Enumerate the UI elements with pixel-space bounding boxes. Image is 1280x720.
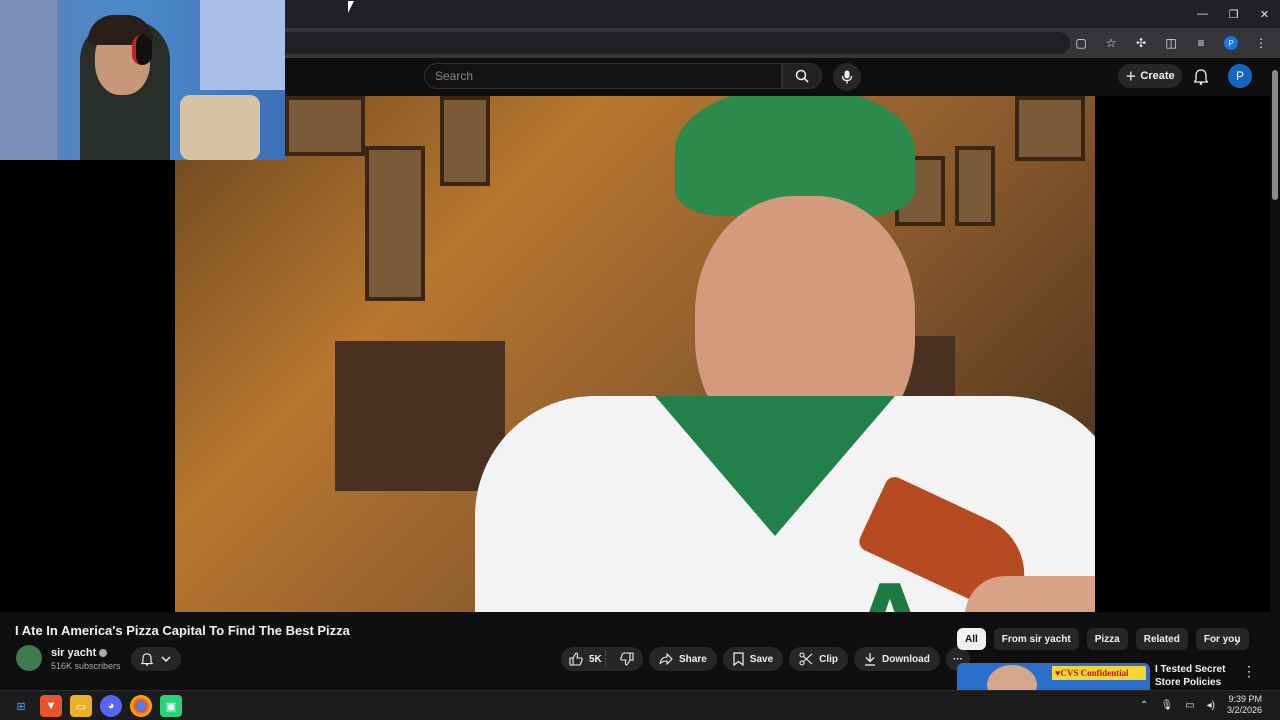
wall-picture-frame (955, 146, 995, 226)
download-button[interactable]: Download (854, 647, 940, 671)
webcam-window-light (200, 0, 285, 90)
channel-name[interactable]: sir yacht (51, 647, 96, 659)
webcam-door (0, 0, 60, 160)
chevron-up-icon[interactable]: ⌃ (1140, 700, 1148, 711)
wall-picture-frame (365, 146, 425, 301)
chevron-right-icon[interactable]: › (1228, 632, 1246, 650)
chip-all[interactable]: All (957, 628, 986, 650)
subscription-bell-button[interactable] (131, 647, 181, 671)
extensions-icon[interactable]: ✣ (1130, 32, 1152, 54)
headset-icon (132, 35, 152, 65)
minimize-button[interactable]: — (1187, 0, 1218, 28)
browser-menu-icon[interactable]: ⋮ (1250, 32, 1272, 54)
voice-search-button[interactable] (833, 63, 861, 91)
plus-icon: ＋ (1125, 71, 1137, 83)
channel-name-row[interactable]: sir yacht (51, 647, 108, 659)
windows-start-icon[interactable]: ⊞ (10, 695, 32, 717)
chip-related[interactable]: Related (1135, 628, 1188, 650)
save-button[interactable]: Save (722, 647, 784, 671)
account-avatar[interactable]: P (1228, 64, 1252, 88)
wall-picture-frame (1015, 96, 1085, 161)
volume-icon[interactable]: ◂) (1207, 700, 1215, 711)
thumbs-up-icon (569, 652, 583, 666)
video-player[interactable]: A (0, 96, 1270, 612)
browser-extensions: ▢ ☆ ✣ ◫ ≡ P ⋮ (1070, 32, 1272, 54)
scrollbar-thumb[interactable] (1272, 70, 1278, 200)
like-button[interactable]: 5K (561, 651, 606, 667)
recommendation-title[interactable]: I Tested Secret Store Policies (1155, 663, 1235, 689)
windows-taskbar: ⊞ ▼ ▭ ◕ ▣ ⌃ 🎙 ▭ ◂) 9:39 PM 3/2/2026 (0, 690, 1280, 720)
close-button[interactable]: ✕ (1249, 0, 1280, 28)
search-icon (795, 69, 809, 83)
screen: — ❐ ✕ ▢ ☆ ✣ ◫ ≡ P ⋮ Search ＋ Create P I … (0, 0, 1280, 720)
cast-icon[interactable]: ▢ (1070, 32, 1092, 54)
bell-icon (141, 652, 153, 666)
profile-letter: P (1224, 36, 1238, 50)
system-tray: ⌃ 🎙 ▭ ◂) 9:39 PM 3/2/2026 (1140, 694, 1262, 716)
thumbnail-badge: ♥CVS Confidential (1052, 666, 1146, 680)
split-view-icon[interactable]: ◫ (1160, 32, 1182, 54)
window-controls: — ❐ ✕ (1187, 0, 1280, 28)
notifications-button[interactable] (1190, 66, 1212, 88)
discord-icon[interactable]: ◕ (100, 695, 122, 717)
dislike-button[interactable] (612, 652, 643, 666)
microphone-icon[interactable]: 🎙 (1160, 700, 1173, 711)
chip-from-channel[interactable]: From sir yacht (993, 628, 1079, 650)
chip-pizza[interactable]: Pizza (1086, 628, 1128, 650)
clock-time: 9:39 PM (1228, 694, 1262, 704)
share-icon (659, 653, 673, 665)
clip-label: Clip (819, 653, 839, 665)
download-label: Download (882, 653, 930, 665)
wall-picture-frame (285, 96, 365, 156)
recommendation-thumbnail[interactable]: ♥CVS Confidential (957, 663, 1150, 690)
scissors-icon (799, 652, 813, 666)
channel-avatar[interactable] (16, 645, 42, 671)
bookmark-star-icon[interactable]: ☆ (1100, 32, 1122, 54)
search-button[interactable] (782, 63, 822, 89)
create-button[interactable]: ＋ Create (1118, 64, 1182, 88)
share-button[interactable]: Share (649, 647, 717, 671)
wall-picture-frame (440, 96, 490, 186)
page-scrollbar[interactable] (1270, 58, 1280, 690)
save-label: Save (749, 653, 774, 665)
booth-seat (335, 341, 505, 491)
microphone-icon (841, 70, 853, 84)
more-vert-icon[interactable]: ⋮ (1242, 663, 1256, 680)
verified-icon (99, 649, 108, 658)
webcam-overlay (0, 0, 285, 160)
brave-browser-icon[interactable]: ▼ (40, 695, 62, 717)
thumbs-down-icon (620, 652, 634, 666)
video-title: I Ate In America's Pizza Capital To Find… (15, 623, 350, 638)
media-icon[interactable]: ≡ (1190, 32, 1212, 54)
recommendation-chips: All From sir yacht Pizza Related For you (957, 628, 1249, 650)
clock-date: 3/2/2026 (1226, 705, 1262, 715)
hand (965, 576, 1095, 612)
clip-button[interactable]: Clip (789, 647, 849, 671)
chevron-down-icon (161, 656, 171, 663)
webcam-chair (180, 95, 260, 160)
create-label: Create (1140, 70, 1175, 82)
bell-icon (1194, 69, 1208, 85)
subscriber-count: 516K subscribers (51, 661, 121, 671)
video-frame[interactable]: A (175, 96, 1095, 612)
clock[interactable]: 9:39 PM 3/2/2026 (1227, 694, 1262, 716)
bookmark-icon (733, 652, 744, 666)
chrome-icon[interactable] (130, 695, 152, 717)
like-count: 5K (589, 653, 602, 665)
video-actions: 5K Share Save Clip Download ··· (561, 647, 970, 671)
monitor-icon[interactable]: ▭ (1185, 700, 1194, 711)
thumbnail-face (987, 665, 1037, 690)
profile-icon[interactable]: P (1220, 32, 1242, 54)
file-explorer-icon[interactable]: ▭ (70, 695, 92, 717)
taskbar-apps: ⊞ ▼ ▭ ◕ ▣ (10, 695, 182, 717)
mouse-cursor-icon (348, 1, 354, 13)
download-icon (865, 653, 876, 666)
share-label: Share (679, 653, 707, 665)
like-dislike-group: 5K (561, 647, 643, 671)
app-icon[interactable]: ▣ (160, 695, 182, 717)
search-input[interactable]: Search (424, 63, 782, 89)
maximize-button[interactable]: ❐ (1218, 0, 1249, 28)
